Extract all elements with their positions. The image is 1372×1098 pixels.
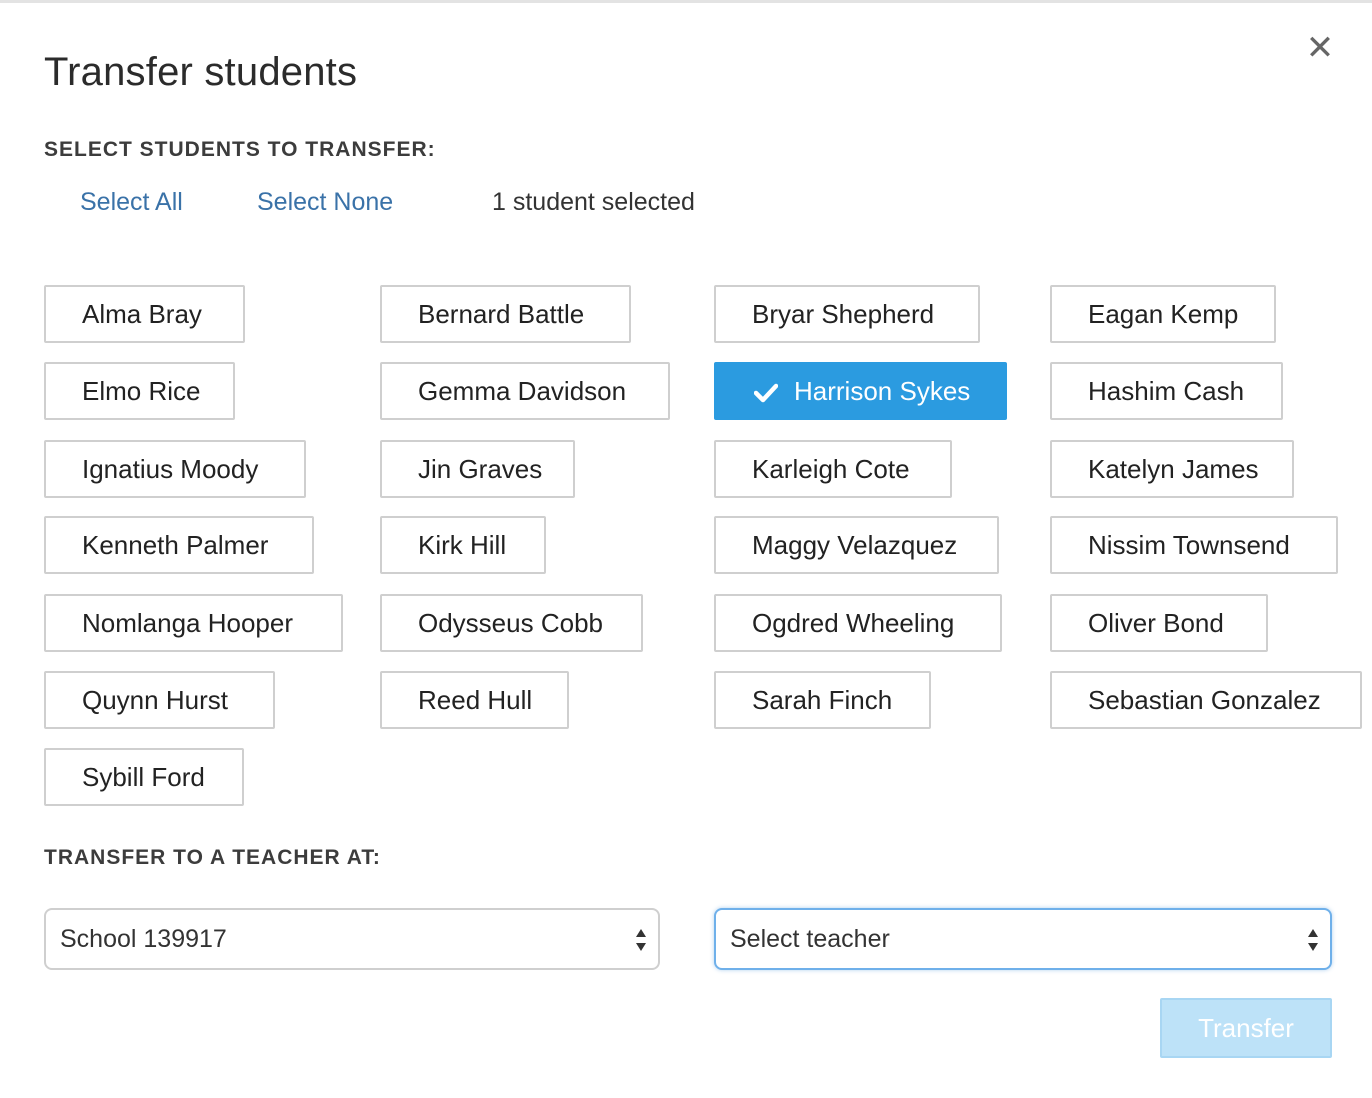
selected-count: 1 student selected	[492, 188, 695, 216]
student-name: Ignatius Moody	[82, 454, 259, 484]
student-name: Nissim Townsend	[1088, 530, 1290, 560]
student-eagan-kemp[interactable]: Eagan Kemp	[1050, 285, 1276, 343]
close-icon[interactable]: ✕	[1300, 28, 1340, 68]
student-nomlanga-hooper[interactable]: Nomlanga Hooper	[44, 594, 343, 652]
top-divider	[0, 0, 1372, 3]
student-kirk-hill[interactable]: Kirk Hill	[380, 516, 546, 574]
select-students-label: SELECT STUDENTS TO TRANSFER:	[44, 138, 436, 161]
transfer-button[interactable]: Transfer	[1160, 998, 1332, 1058]
select-arrows-icon	[1308, 929, 1318, 951]
student-name: Nomlanga Hooper	[82, 608, 294, 638]
student-name: Ogdred Wheeling	[752, 608, 955, 638]
student-ogdred-wheeling[interactable]: Ogdred Wheeling	[714, 594, 1002, 652]
student-name: Maggy Velazquez	[752, 530, 958, 560]
teacher-select[interactable]: Select teacher	[714, 908, 1332, 970]
dialog-title: Transfer students	[44, 50, 358, 94]
select-none-link[interactable]: Select None	[257, 188, 393, 217]
student-sebastian-gonzalez[interactable]: Sebastian Gonzalez	[1050, 671, 1362, 729]
school-select-value: School 139917	[60, 925, 227, 953]
student-name: Jin Graves	[418, 454, 543, 484]
teacher-select-placeholder: Select teacher	[730, 925, 890, 953]
student-name: Elmo Rice	[82, 376, 201, 406]
student-name: Sarah Finch	[752, 685, 893, 715]
student-maggy-velazquez[interactable]: Maggy Velazquez	[714, 516, 999, 574]
student-name: Bernard Battle	[418, 299, 585, 329]
student-kenneth-palmer[interactable]: Kenneth Palmer	[44, 516, 314, 574]
student-name: Karleigh Cote	[752, 454, 910, 484]
student-sarah-finch[interactable]: Sarah Finch	[714, 671, 931, 729]
student-oliver-bond[interactable]: Oliver Bond	[1050, 594, 1268, 652]
select-arrows-icon	[636, 929, 646, 951]
transfer-to-label: TRANSFER TO A TEACHER AT:	[44, 846, 381, 869]
student-reed-hull[interactable]: Reed Hull	[380, 671, 569, 729]
select-all-link[interactable]: Select All	[80, 188, 183, 217]
student-name: Odysseus Cobb	[418, 608, 603, 638]
student-elmo-rice[interactable]: Elmo Rice	[44, 362, 235, 420]
student-hashim-cash[interactable]: Hashim Cash	[1050, 362, 1283, 420]
school-select[interactable]: School 139917	[44, 908, 660, 970]
student-harrison-sykes[interactable]: Harrison Sykes	[714, 362, 1007, 420]
student-name: Sebastian Gonzalez	[1088, 685, 1321, 715]
student-katelyn-james[interactable]: Katelyn James	[1050, 440, 1294, 498]
student-bryar-shepherd[interactable]: Bryar Shepherd	[714, 285, 980, 343]
student-sybill-ford[interactable]: Sybill Ford	[44, 748, 244, 806]
student-name: Gemma Davidson	[418, 376, 627, 406]
student-name: Oliver Bond	[1088, 608, 1224, 638]
student-name: Sybill Ford	[82, 762, 205, 792]
student-name: Quynn Hurst	[82, 685, 228, 715]
student-name: Harrison Sykes	[794, 376, 971, 406]
student-name: Hashim Cash	[1088, 376, 1245, 406]
student-name: Kenneth Palmer	[82, 530, 269, 560]
student-alma-bray[interactable]: Alma Bray	[44, 285, 245, 343]
student-quynn-hurst[interactable]: Quynn Hurst	[44, 671, 275, 729]
student-ignatius-moody[interactable]: Ignatius Moody	[44, 440, 306, 498]
student-name: Kirk Hill	[418, 530, 507, 560]
student-name: Reed Hull	[418, 685, 533, 715]
checkmark-icon	[754, 383, 780, 403]
student-jin-graves[interactable]: Jin Graves	[380, 440, 575, 498]
student-nissim-townsend[interactable]: Nissim Townsend	[1050, 516, 1338, 574]
student-odysseus-cobb[interactable]: Odysseus Cobb	[380, 594, 643, 652]
student-name: Eagan Kemp	[1088, 299, 1239, 329]
student-name: Alma Bray	[82, 299, 202, 329]
student-name: Katelyn James	[1088, 454, 1259, 484]
student-karleigh-cote[interactable]: Karleigh Cote	[714, 440, 952, 498]
student-name: Bryar Shepherd	[752, 299, 935, 329]
student-gemma-davidson[interactable]: Gemma Davidson	[380, 362, 670, 420]
student-bernard-battle[interactable]: Bernard Battle	[380, 285, 631, 343]
